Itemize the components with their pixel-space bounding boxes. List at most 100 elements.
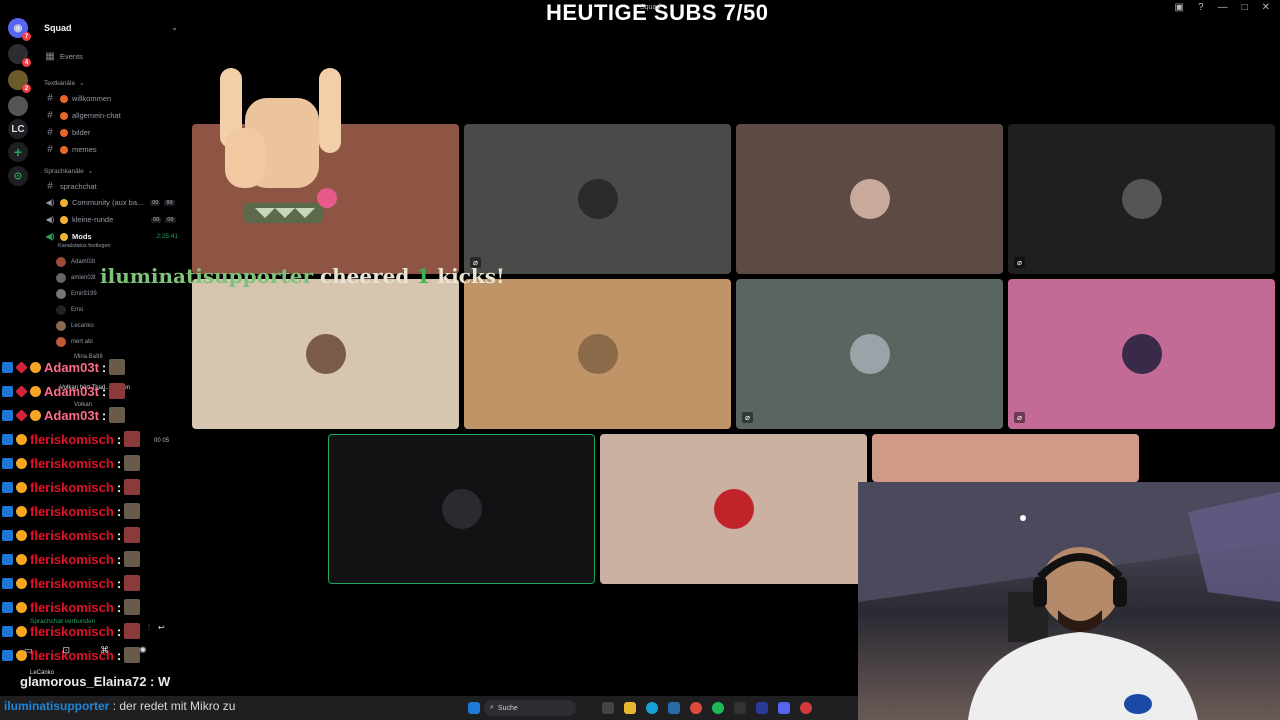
app-icon[interactable] bbox=[734, 702, 746, 714]
server-name[interactable]: Squad bbox=[44, 23, 72, 33]
chrome-icon[interactable] bbox=[690, 702, 702, 714]
video-tile[interactable]: ⌀ bbox=[1008, 279, 1275, 429]
video-tile-speaking[interactable] bbox=[328, 434, 595, 584]
camera-icon[interactable]: ▭ bbox=[24, 645, 33, 656]
channel-bilder[interactable]: # bilder bbox=[44, 127, 90, 138]
discord-home-icon[interactable]: ◉ 7 bbox=[8, 18, 31, 41]
voice-channel-mods[interactable]: ◀) Mods bbox=[44, 232, 92, 241]
emote-icon bbox=[109, 383, 126, 399]
cheer-verb: cheered bbox=[319, 264, 410, 288]
video-tile[interactable]: ⌀ bbox=[1008, 124, 1275, 274]
chat-username: fleriskomisch bbox=[30, 479, 114, 495]
voice-connected-status: Sprachchat verbunden bbox=[30, 618, 96, 625]
screen-share-icon[interactable]: ⊡ bbox=[63, 645, 71, 656]
server-lc-icon[interactable]: LC bbox=[8, 119, 28, 139]
video-tile[interactable] bbox=[192, 279, 459, 429]
chat-separator: : bbox=[116, 551, 122, 567]
soundboard-icon[interactable]: ✺ bbox=[139, 645, 147, 656]
voice-actions: ⫶ ↩ bbox=[148, 623, 165, 633]
video-tile[interactable] bbox=[464, 279, 731, 429]
channel-label: bilder bbox=[72, 128, 91, 137]
server-icon[interactable]: 2 bbox=[8, 70, 31, 93]
events-item[interactable]: ▦ Events bbox=[44, 51, 83, 62]
channel-status[interactable]: Kanalstatus festlegen bbox=[58, 243, 111, 249]
video-tile[interactable] bbox=[736, 124, 1003, 274]
hash-icon: # bbox=[47, 110, 53, 121]
noise-suppression-icon[interactable]: ⫶ bbox=[148, 623, 150, 633]
store-icon[interactable] bbox=[668, 702, 680, 714]
orange-dot-icon bbox=[60, 111, 68, 120]
rock-hand-graphic bbox=[220, 68, 341, 223]
chat-message: fleriskomisch: bbox=[2, 527, 141, 543]
channel-sprachchat[interactable]: # sprachchat bbox=[44, 181, 97, 192]
voice-channel-community[interactable]: ◀) Community (aux ba... 00 99 bbox=[44, 198, 186, 207]
sub-badge-icon bbox=[16, 433, 27, 445]
channel-label: sprachchat bbox=[60, 182, 97, 191]
voice-timer: 2:25:41 bbox=[156, 233, 178, 240]
vegas-icon[interactable] bbox=[756, 702, 768, 714]
voice-user-name: Emo bbox=[71, 307, 84, 313]
voice-user[interactable]: Emir9199 bbox=[56, 289, 97, 299]
help-icon[interactable]: ? bbox=[1198, 2, 1204, 13]
edge-icon[interactable] bbox=[646, 702, 658, 714]
chat-separator: : bbox=[116, 599, 122, 615]
maximize-icon[interactable]: □ bbox=[1242, 2, 1248, 13]
chat-username: fleriskomisch bbox=[30, 599, 114, 615]
voice-user[interactable]: amien03t bbox=[56, 273, 96, 283]
disconnect-icon[interactable]: ↩ bbox=[158, 623, 165, 633]
video-tile[interactable] bbox=[872, 434, 1139, 482]
chat-message-glam: glamorous_Elaina72 : W bbox=[20, 674, 171, 689]
kick-badge-icon bbox=[2, 601, 13, 613]
channel-willkommen[interactable]: # willkommen bbox=[44, 93, 111, 104]
spotify-icon[interactable] bbox=[712, 702, 724, 714]
kick-badge-icon bbox=[2, 457, 13, 469]
gem-badge-icon bbox=[15, 360, 28, 374]
file-explorer-icon[interactable] bbox=[624, 702, 636, 714]
streamer-webcam bbox=[858, 482, 1280, 720]
explore-icon[interactable]: ⊙ bbox=[8, 166, 28, 186]
category-label: Textkanäle bbox=[44, 79, 76, 87]
user-count: 00 bbox=[151, 216, 162, 223]
channel-label: kleine-runde bbox=[72, 215, 114, 224]
video-tile[interactable] bbox=[600, 434, 867, 584]
chat-username: fleriskomisch bbox=[30, 431, 114, 447]
avatar bbox=[849, 179, 890, 219]
category-label: Sprachkanäle bbox=[44, 167, 84, 175]
inbox-icon[interactable]: ▣ bbox=[1175, 2, 1184, 13]
discord-icon[interactable] bbox=[778, 702, 790, 714]
voice-user[interactable]: Adam03t bbox=[56, 257, 95, 267]
minimize-icon[interactable]: — bbox=[1218, 2, 1228, 13]
notification-badge: 7 bbox=[22, 32, 31, 41]
cheer-alert: iluminatisupporter cheered 1 kicks! bbox=[100, 264, 505, 288]
chat-username: fleriskomisch bbox=[30, 623, 114, 639]
speaker-icon: ◀) bbox=[45, 198, 55, 207]
channel-memes[interactable]: # memes bbox=[44, 144, 96, 155]
text-category[interactable]: Textkanäle ⌄ bbox=[44, 79, 85, 88]
voice-user[interactable]: Lecanko bbox=[56, 321, 94, 331]
task-view-icon[interactable] bbox=[602, 702, 614, 714]
chat-username: iluminatisupporter bbox=[4, 699, 110, 713]
app-icon-red[interactable] bbox=[800, 702, 812, 714]
close-icon[interactable]: ✕ bbox=[1262, 2, 1270, 13]
events-label: Events bbox=[60, 52, 83, 61]
voice-user[interactable]: Emo bbox=[56, 305, 83, 315]
squad-server-icon[interactable] bbox=[8, 96, 28, 116]
chat-separator: : bbox=[116, 623, 122, 639]
orange-dot-icon bbox=[60, 145, 68, 154]
voice-category[interactable]: Sprachkanäle ⌄ bbox=[44, 167, 93, 176]
channel-label: willkommen bbox=[72, 94, 112, 103]
activity-icon[interactable]: ⌘ bbox=[100, 645, 109, 656]
video-tile[interactable]: ⌀ bbox=[736, 279, 1003, 429]
video-tile[interactable]: ⌀ bbox=[464, 124, 731, 274]
add-server-icon[interactable]: + bbox=[8, 142, 28, 162]
chat-separator: : bbox=[116, 575, 122, 591]
channel-allgemein-chat[interactable]: # allgemein-chat bbox=[44, 110, 121, 121]
avatar bbox=[305, 334, 346, 374]
kick-badge-icon bbox=[2, 409, 13, 421]
windows-start-icon[interactable] bbox=[468, 702, 480, 714]
server-icon[interactable]: 4 bbox=[8, 44, 31, 67]
voice-channel-kleine-runde[interactable]: ◀) kleine-runde 00 09 bbox=[44, 215, 186, 224]
taskbar-search[interactable]: ⌕ Suche bbox=[484, 700, 576, 716]
chevron-down-icon[interactable]: ⌄ bbox=[171, 23, 178, 32]
kick-badge-icon bbox=[2, 481, 13, 493]
